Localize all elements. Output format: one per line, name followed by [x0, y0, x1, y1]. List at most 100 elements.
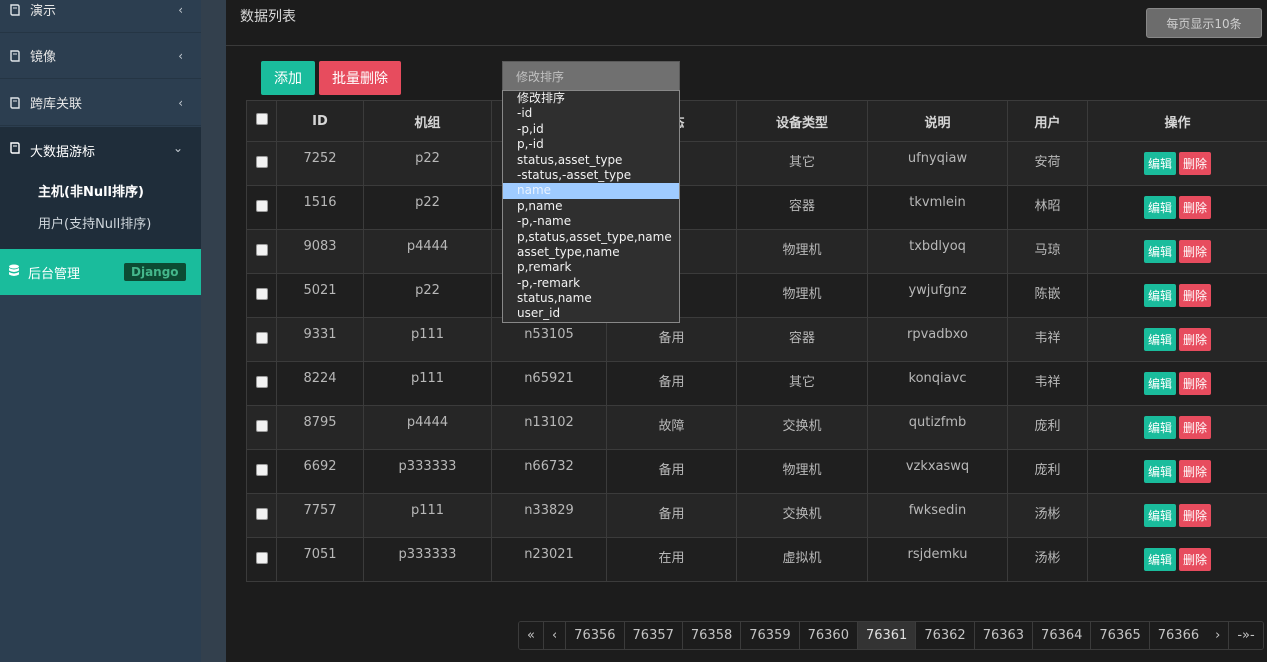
sidebar-item-cross-db[interactable]: 跨库关联 ‹ — [0, 80, 201, 126]
cell-id[interactable]: 6692 — [276, 449, 364, 494]
edit-button[interactable]: 编辑 — [1143, 504, 1176, 527]
delete-button[interactable]: 删除 — [1179, 152, 1212, 175]
page-number-button[interactable]: 76366 — [1149, 622, 1208, 649]
sort-option[interactable]: -p,-name — [503, 214, 679, 229]
cell-id[interactable]: 7757 — [276, 493, 364, 538]
sidebar-item-demo[interactable]: 演示 ‹ — [0, 0, 201, 33]
row-checkbox[interactable] — [255, 199, 268, 212]
edit-button[interactable]: 编辑 — [1143, 284, 1176, 307]
cell-type: 交换机 — [736, 493, 868, 538]
column-header-group[interactable]: 机组 — [363, 100, 492, 142]
chevron-left-icon: ‹ — [178, 2, 183, 17]
delete-button[interactable]: 删除 — [1179, 548, 1212, 571]
page-number-button[interactable]: 76364 — [1033, 622, 1092, 649]
chevron-left-icon: ‹ — [178, 95, 183, 110]
edit-button[interactable]: 编辑 — [1143, 152, 1176, 175]
delete-button[interactable]: 删除 — [1179, 416, 1212, 439]
column-header-user[interactable]: 用户 — [1007, 100, 1088, 142]
pagination: « ‹ 76356 76357 76358 76359 76360 76361 76362 7… — [518, 621, 1264, 650]
column-header-type[interactable]: 设备类型 — [736, 100, 868, 142]
edit-button[interactable]: 编辑 — [1143, 196, 1176, 219]
row-checkbox[interactable] — [255, 419, 268, 432]
row-checkbox[interactable] — [255, 243, 268, 256]
column-header-id[interactable]: ID — [276, 100, 364, 142]
sort-option[interactable]: p,name — [503, 199, 679, 214]
sort-option[interactable]: name — [503, 183, 679, 199]
page-number-button[interactable]: 76359 — [741, 622, 800, 649]
sort-option[interactable]: asset_type,name — [503, 245, 679, 260]
delete-button[interactable]: 删除 — [1179, 460, 1212, 483]
select-all-checkbox[interactable] — [255, 113, 268, 125]
database-icon — [8, 264, 20, 281]
sidebar-subitem-hosts[interactable]: 主机(非Null排序) — [38, 181, 144, 200]
cell-name: n23021 — [491, 537, 607, 582]
page-number-button[interactable]: 76362 — [916, 622, 975, 649]
edit-button[interactable]: 编辑 — [1143, 372, 1176, 395]
page-number-button[interactable]: 76360 — [799, 622, 858, 649]
sort-option[interactable]: -p,-remark — [503, 276, 679, 291]
page-number-button[interactable]: 76363 — [974, 622, 1034, 649]
row-checkbox[interactable] — [255, 375, 268, 388]
bulk-delete-button[interactable]: 批量删除 — [319, 61, 401, 95]
cell-id[interactable]: 9331 — [276, 317, 364, 362]
delete-button[interactable]: 删除 — [1179, 328, 1212, 351]
table-row: 9083p4444用物理机txbdlyoq马琼编辑删除 — [246, 229, 1267, 274]
page-number-button[interactable]: 76365 — [1091, 622, 1150, 649]
cell-user: 汤彬 — [1007, 493, 1088, 538]
sidebar-item-mirror[interactable]: 镜像 ‹ — [0, 33, 201, 79]
sort-option[interactable]: -p,id — [503, 122, 679, 137]
page-first-button[interactable]: « — [519, 622, 544, 649]
cell-id[interactable]: 9083 — [276, 229, 364, 274]
cell-user: 庞利 — [1007, 405, 1088, 450]
row-checkbox[interactable] — [255, 331, 268, 344]
row-checkbox[interactable] — [255, 507, 268, 520]
edit-button[interactable]: 编辑 — [1143, 240, 1176, 263]
sort-option[interactable]: 修改排序 — [503, 91, 679, 106]
page-last-button[interactable]: -»- — [1229, 622, 1263, 649]
page-number-button[interactable]: 76361 — [857, 622, 917, 649]
add-button[interactable]: 添加 — [261, 61, 315, 95]
sort-option[interactable]: p,-id — [503, 137, 679, 152]
sort-option[interactable]: p,remark — [503, 260, 679, 275]
sort-select[interactable]: 修改排序 — [502, 61, 680, 91]
edit-button[interactable]: 编辑 — [1143, 416, 1176, 439]
sidebar-item-admin[interactable]: 后台管理 Django — [0, 249, 201, 295]
row-checkbox[interactable] — [255, 551, 268, 564]
sort-option[interactable]: status,name — [503, 291, 679, 306]
cell-user: 韦祥 — [1007, 361, 1088, 406]
delete-button[interactable]: 删除 — [1179, 284, 1212, 307]
cell-id[interactable]: 5021 — [276, 273, 364, 318]
sidebar-subitem-users[interactable]: 用户(支持Null排序) — [38, 213, 151, 232]
cell-id[interactable]: 1516 — [276, 185, 364, 230]
cell-id[interactable]: 7051 — [276, 537, 364, 582]
cell-user: 陈嵌 — [1007, 273, 1088, 318]
delete-button[interactable]: 删除 — [1179, 240, 1212, 263]
sort-option[interactable]: status,asset_type — [503, 153, 679, 168]
sort-option[interactable]: -id — [503, 106, 679, 121]
delete-button[interactable]: 删除 — [1179, 196, 1212, 219]
page-prev-button[interactable]: ‹ — [543, 622, 567, 649]
delete-button[interactable]: 删除 — [1179, 504, 1212, 527]
edit-button[interactable]: 编辑 — [1143, 548, 1176, 571]
row-actions-cell: 编辑 删除 — [1087, 229, 1267, 274]
row-checkbox[interactable] — [255, 463, 268, 476]
sort-option[interactable]: user_id — [503, 306, 679, 321]
edit-button[interactable]: 编辑 — [1143, 328, 1176, 351]
column-header-remark[interactable]: 说明 — [867, 100, 1008, 142]
per-page-button[interactable]: 每页显示10条 — [1146, 8, 1262, 38]
cell-id[interactable]: 8224 — [276, 361, 364, 406]
page-number-button[interactable]: 76357 — [624, 622, 683, 649]
select-all-cell[interactable] — [246, 100, 277, 142]
page-number-button[interactable]: 76356 — [566, 622, 625, 649]
sort-option[interactable]: -status,-asset_type — [503, 168, 679, 183]
row-checkbox[interactable] — [255, 155, 268, 168]
cell-id[interactable]: 7252 — [276, 141, 364, 186]
row-checkbox[interactable] — [255, 287, 268, 300]
cell-id[interactable]: 8795 — [276, 405, 364, 450]
page-next-button[interactable]: › — [1207, 622, 1230, 649]
delete-button[interactable]: 删除 — [1179, 372, 1212, 395]
sort-option[interactable]: p,status,asset_type,name — [503, 230, 679, 245]
page-number-button[interactable]: 76358 — [682, 622, 742, 649]
edit-button[interactable]: 编辑 — [1143, 460, 1176, 483]
cell-name: n53105 — [491, 317, 607, 362]
